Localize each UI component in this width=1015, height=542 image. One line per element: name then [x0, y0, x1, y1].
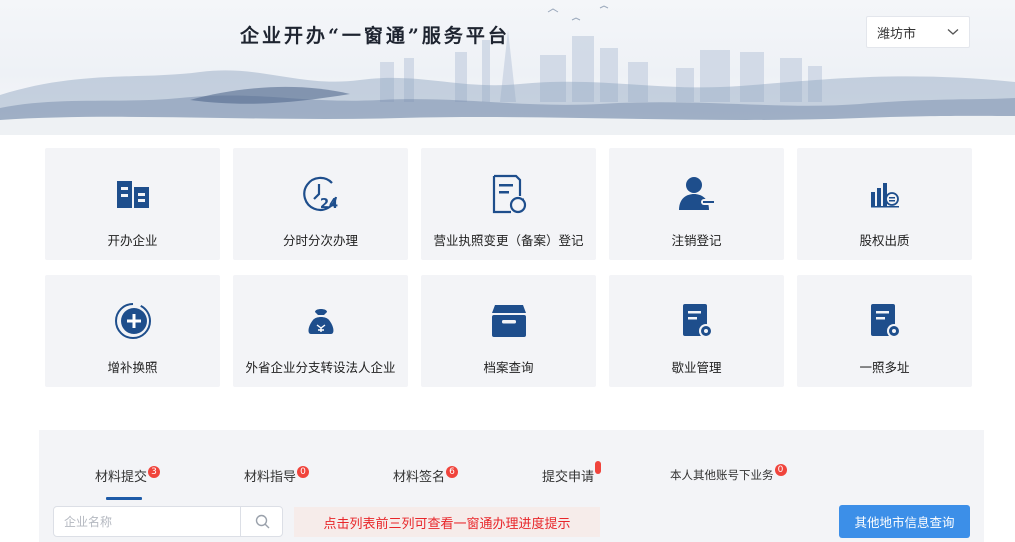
site-title: 企业开办“一窗通”服务平台 — [240, 25, 510, 47]
company-name-input[interactable] — [54, 507, 240, 536]
tab-label: 提交申请 — [542, 470, 595, 485]
service-card-multi-address[interactable]: 一照多址 — [797, 275, 972, 387]
service-card-scheduled[interactable]: 24 分时分次办理 — [233, 148, 408, 260]
tab-other-account-business[interactable]: 本人其他账号下业务 0 — [670, 464, 787, 483]
document-refresh-icon — [489, 174, 529, 214]
tab-label: 材料指导 — [244, 470, 297, 485]
tab-label: 材料签名 — [393, 470, 446, 485]
plus-circle-icon — [113, 301, 153, 341]
tab-badge: 0 — [297, 466, 310, 478]
service-label: 增补换照 — [107, 360, 158, 375]
money-bag-icon — [301, 301, 341, 341]
service-label: 股权出质 — [859, 233, 910, 248]
tab-material-submit[interactable]: 材料提交 3 — [95, 466, 161, 485]
service-card-open-company[interactable]: 开办企业 — [45, 148, 220, 260]
business-panel: 材料提交3 材料指导0 材料签名6 提交申请 本人其他账号下业务0 点击列表前三… — [39, 430, 984, 542]
service-card-equity-pledge[interactable]: 股权出质 — [797, 148, 972, 260]
tab-label: 本人其他账号下业务 — [670, 468, 774, 482]
service-card-license-change[interactable]: 营业执照变更（备案）登记 — [421, 148, 596, 260]
chevron-down-icon — [947, 29, 959, 35]
service-card-suspension-management[interactable]: 歇业管理 — [609, 275, 784, 387]
stock-chart-icon — [865, 174, 905, 214]
service-card-branch-to-legal-entity[interactable]: 外省企业分支转设法人企业 — [233, 275, 408, 387]
tab-label: 材料提交 — [95, 470, 148, 485]
tab-badge: 0 — [774, 464, 787, 476]
tab-badge — [595, 461, 602, 474]
document-gear-icon — [865, 301, 905, 341]
company-search-box — [53, 506, 283, 537]
service-label: 分时分次办理 — [282, 233, 358, 248]
user-remove-icon — [677, 174, 717, 214]
archive-box-icon — [489, 301, 529, 341]
service-label: 一照多址 — [859, 360, 910, 375]
service-card-deregister[interactable]: 注销登记 — [609, 148, 784, 260]
building-icon — [113, 174, 153, 214]
tab-submit-application[interactable]: 提交申请 — [542, 461, 602, 485]
search-icon — [255, 514, 269, 529]
service-label: 营业执照变更（备案）登记 — [433, 233, 584, 248]
search-button[interactable] — [240, 507, 282, 536]
tab-material-guide[interactable]: 材料指导 0 — [244, 466, 310, 485]
active-tab-indicator — [106, 497, 142, 500]
service-card-reissue-license[interactable]: 增补换照 — [45, 275, 220, 387]
city-select[interactable]: 潍坊市 — [866, 16, 970, 48]
other-city-query-button[interactable]: 其他地市信息查询 — [839, 505, 970, 538]
tab-badge: 3 — [148, 466, 161, 478]
tab-material-sign[interactable]: 材料签名 6 — [393, 466, 459, 485]
progress-tip: 点击列表前三列可查看一窗通办理进度提示 — [294, 507, 600, 537]
city-select-value: 潍坊市 — [877, 26, 917, 42]
service-label: 外省企业分支转设法人企业 — [245, 360, 396, 375]
service-label: 歇业管理 — [671, 360, 722, 375]
service-card-archive-query[interactable]: 档案查询 — [421, 275, 596, 387]
service-label: 开办企业 — [107, 233, 158, 248]
svg-text:24: 24 — [320, 197, 338, 212]
header-banner: 企业开办“一窗通”服务平台 潍坊市 — [0, 0, 1015, 135]
clock-24-icon: 24 — [301, 174, 341, 214]
service-label: 注销登记 — [671, 233, 722, 248]
tab-badge: 6 — [446, 466, 459, 478]
document-gear-icon — [677, 301, 717, 341]
service-label: 档案查询 — [483, 360, 534, 375]
